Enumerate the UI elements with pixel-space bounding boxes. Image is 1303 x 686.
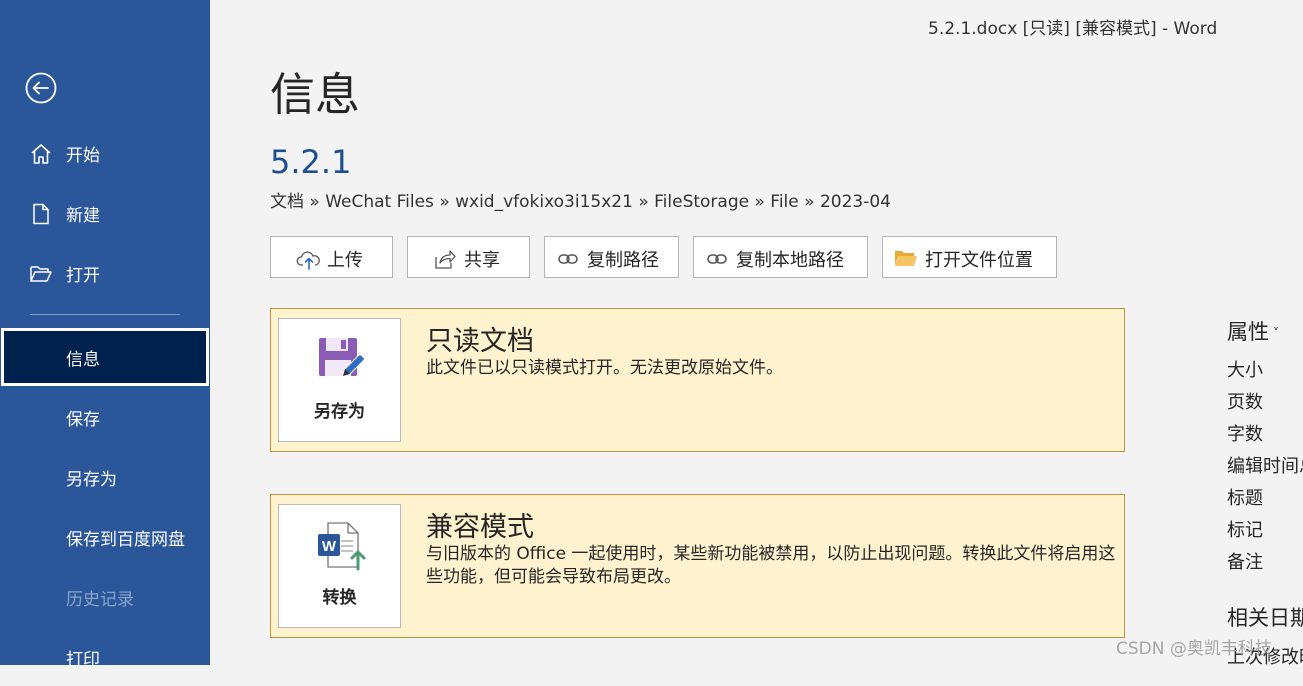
window-title: 5.2.1.docx [只读] [兼容模式] - Word [928, 19, 1218, 39]
link-icon [707, 254, 727, 264]
nav-label: 新建 [66, 205, 100, 226]
share-label: 共享 [464, 250, 500, 271]
nav-label: 保存 [66, 409, 100, 430]
upload-button[interactable]: 上传 [270, 236, 393, 278]
share-button[interactable]: 共享 [407, 236, 530, 278]
properties-dropdown[interactable]: 属性 ˅ [1227, 316, 1279, 346]
nav-save-to-baidu[interactable]: 保存到百度网盘 [0, 508, 210, 566]
copy-local-path-label: 复制本地路径 [736, 250, 844, 271]
save-as-icon [319, 338, 365, 377]
convert-card-button[interactable]: W 转换 [278, 504, 401, 628]
sidebar-divider [30, 314, 180, 315]
nav-label: 开始 [66, 145, 100, 166]
backstage-sidebar: 开始 新建 打开 信息 保存 另存为 保存到百度网盘 历史记录 打印 [0, 0, 210, 670]
property-edit-time-label: 编辑时间总计 [1227, 456, 1303, 477]
copy-path-label: 复制路径 [587, 250, 659, 271]
read-only-title: 只读文档 [426, 326, 534, 357]
open-file-location-label: 打开文件位置 [925, 250, 1033, 271]
back-arrow-icon [25, 72, 57, 104]
nav-new[interactable]: 新建 [0, 184, 210, 242]
chevron-down-icon: ˅ [1273, 326, 1279, 340]
document-name: 5.2.1 [270, 143, 352, 181]
compatibility-title: 兼容模式 [426, 512, 534, 543]
watermark: CSDN @奥凯丰科技 [1116, 639, 1272, 659]
save-as-card-label: 另存为 [314, 402, 365, 422]
nav-label: 保存到百度网盘 [66, 529, 185, 550]
convert-card-label: 转换 [322, 588, 357, 608]
nav-print[interactable]: 打印 [0, 628, 210, 686]
nav-label: 历史记录 [66, 589, 134, 610]
property-comments-label: 备注 [1227, 552, 1263, 573]
nav-open[interactable]: 打开 [0, 244, 210, 302]
property-size-label: 大小 [1227, 360, 1263, 381]
back-button[interactable] [25, 72, 57, 104]
property-words-label: 字数 [1227, 424, 1263, 445]
new-document-icon [33, 203, 49, 225]
nav-save-as[interactable]: 另存为 [0, 448, 210, 506]
property-pages-label: 页数 [1227, 392, 1263, 413]
nav-label: 另存为 [66, 469, 117, 490]
link-icon [558, 254, 578, 264]
properties-heading: 属性 [1227, 320, 1269, 344]
word-convert-icon: W [318, 522, 366, 571]
nav-label: 打印 [66, 649, 100, 670]
nav-save[interactable]: 保存 [0, 388, 210, 446]
property-title-label: 标题 [1227, 488, 1263, 509]
open-folder-icon [30, 266, 52, 282]
related-dates-heading: 相关日期 [1227, 606, 1303, 630]
copy-path-button[interactable]: 复制路径 [544, 236, 679, 278]
read-only-panel: 另存为 只读文档 此文件已以只读模式打开。无法更改原始文件。 [270, 308, 1125, 452]
save-as-card-button[interactable]: 另存为 [278, 318, 401, 442]
compatibility-description: 与旧版本的 Office 一起使用时，某些新功能被禁用，以防止出现问题。转换此文… [426, 544, 1116, 587]
upload-label: 上传 [327, 250, 363, 271]
property-tags-label: 标记 [1227, 520, 1263, 541]
nav-label: 信息 [66, 349, 100, 370]
nav-label: 打开 [66, 265, 100, 286]
svg-text:W: W [322, 538, 337, 555]
nav-history: 历史记录 [0, 568, 210, 626]
page-title: 信息 [270, 68, 361, 121]
cloud-upload-icon [296, 251, 320, 270]
compatibility-panel: W 转换 兼容模式 与旧版本的 Office 一起使用时，某些新功能被禁用，以防… [270, 494, 1125, 638]
breadcrumb: 文档 » WeChat Files » wxid_vfokixo3i15x21 … [270, 192, 891, 212]
home-icon [31, 144, 51, 164]
nav-home[interactable]: 开始 [0, 124, 210, 182]
folder-icon [895, 251, 917, 266]
read-only-description: 此文件已以只读模式打开。无法更改原始文件。 [426, 358, 783, 378]
open-file-location-button[interactable]: 打开文件位置 [882, 236, 1057, 278]
nav-info[interactable]: 信息 [1, 328, 209, 386]
copy-local-path-button[interactable]: 复制本地路径 [693, 236, 868, 278]
share-icon [435, 250, 456, 269]
